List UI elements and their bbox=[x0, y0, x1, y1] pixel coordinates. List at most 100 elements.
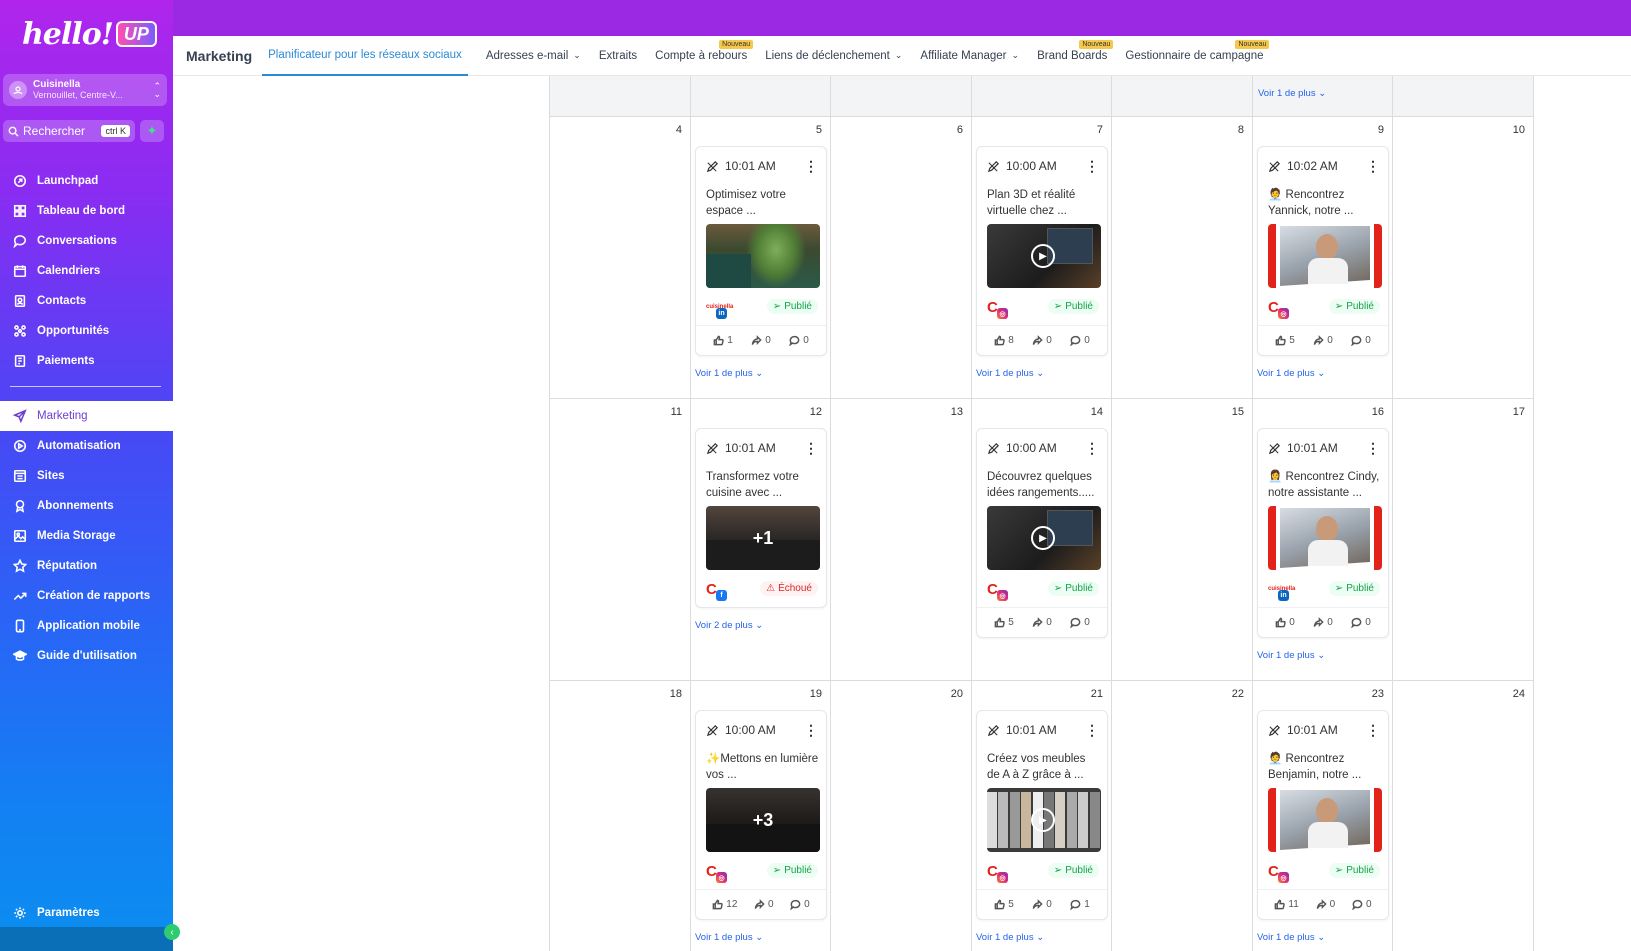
more-options-icon[interactable]: ⋮ bbox=[1085, 723, 1099, 737]
day-number: 18 bbox=[669, 688, 682, 700]
play-icon[interactable]: ▶ bbox=[1031, 526, 1055, 550]
sidebar-item-marketing[interactable]: Marketing bbox=[0, 401, 173, 431]
sidebar-item-opportunites[interactable]: Opportunités bbox=[0, 316, 173, 346]
sidebar-item-tableau-de-bord[interactable]: Tableau de bord bbox=[0, 196, 173, 226]
see-more-link[interactable]: Voir 1 de plus ⌄ bbox=[976, 932, 1044, 943]
search-button[interactable]: Rechercher ctrl K bbox=[3, 120, 135, 142]
post-card[interactable]: 10:00 AM ⋮ ✨Mettons en lumière vos ... +3 C ◎… bbox=[695, 710, 827, 920]
sidebar-item-sites[interactable]: Sites bbox=[0, 461, 173, 491]
day-number: 11 bbox=[670, 406, 682, 418]
more-options-icon[interactable]: ⋮ bbox=[1085, 441, 1099, 455]
sidebar: hello! UP Cuisinella Vernouillet, Centre… bbox=[0, 0, 173, 951]
sidebar-item-label: Media Storage bbox=[37, 530, 116, 542]
app-logo[interactable]: hello! UP bbox=[22, 14, 157, 54]
post-media[interactable]: ▶ bbox=[987, 224, 1101, 288]
calendar-grid: Voir 1 de plus ⌄ 4 5 6 7 8 9 10 11 12 13 14 15 16 17 18… bbox=[549, 76, 1534, 951]
see-more-link[interactable]: Voir 1 de plus ⌄ bbox=[695, 368, 763, 379]
tab-4[interactable]: Compte à rebours Nouveau bbox=[655, 36, 754, 76]
sidebar-item-paiements[interactable]: Paiements bbox=[0, 346, 173, 376]
star-icon bbox=[12, 558, 28, 574]
play-icon[interactable]: ▶ bbox=[1031, 808, 1055, 832]
search-shortcut: ctrl K bbox=[101, 125, 130, 137]
sidebar-item-media-storage[interactable]: Media Storage bbox=[0, 521, 173, 551]
sidebar-item-reputation[interactable]: Réputation bbox=[0, 551, 173, 581]
post-header: 10:01 AM ⋮ bbox=[1268, 441, 1380, 455]
shares-count: 0 bbox=[1046, 335, 1052, 346]
tab-6[interactable]: Affiliate Manager ⌄ bbox=[920, 36, 1019, 76]
shares-stat: 0 bbox=[1032, 899, 1052, 910]
see-more-link[interactable]: Voir 1 de plus ⌄ bbox=[976, 368, 1044, 379]
more-options-icon[interactable]: ⋮ bbox=[804, 159, 818, 173]
likes-count: 8 bbox=[1008, 335, 1014, 346]
sidebar-item-label: Conversations bbox=[37, 235, 117, 247]
sidebar-item-contacts[interactable]: Contacts bbox=[0, 286, 173, 316]
status-label: Publié bbox=[784, 865, 812, 876]
more-options-icon[interactable]: ⋮ bbox=[804, 723, 818, 737]
post-media[interactable] bbox=[1268, 506, 1382, 570]
account-switcher[interactable]: Cuisinella Vernouillet, Centre-V... ⌃ ⌄ bbox=[3, 74, 167, 106]
sidebar-item-creation-de-rapports[interactable]: Création de rapports bbox=[0, 581, 173, 611]
post-media[interactable]: ▶ bbox=[987, 788, 1101, 852]
page-title: Marketing bbox=[186, 47, 253, 64]
post-header: 10:02 AM ⋮ bbox=[1268, 159, 1380, 173]
account-avatar: cuisinella in bbox=[1268, 581, 1295, 601]
post-media[interactable]: +1 bbox=[706, 506, 820, 570]
tab-1[interactable]: Planificateur pour les réseaux sociaux bbox=[262, 36, 468, 76]
see-more-link[interactable]: Voir 1 de plus ⌄ bbox=[1257, 650, 1325, 661]
tab-2[interactable]: Adresses e-mail ⌄ bbox=[486, 36, 581, 76]
see-more-link[interactable]: Voir 2 de plus ⌄ bbox=[695, 620, 763, 631]
tab-5[interactable]: Liens de déclenchement ⌄ bbox=[765, 36, 902, 76]
status-badge: ➢ Publié bbox=[1047, 581, 1099, 596]
post-media[interactable] bbox=[1268, 224, 1382, 288]
dashboard-icon bbox=[12, 203, 28, 219]
more-options-icon[interactable]: ⋮ bbox=[1366, 441, 1380, 455]
post-card[interactable]: 10:01 AM ⋮ Créez vos meubles de A à Z grâc… bbox=[976, 710, 1108, 920]
post-media[interactable] bbox=[1268, 788, 1382, 852]
post-card[interactable]: 10:00 AM ⋮ Plan 3D et réalité virtuelle ch… bbox=[976, 146, 1108, 356]
shares-count: 0 bbox=[767, 899, 774, 910]
post-card[interactable]: 10:02 AM ⋮ 🧑‍💼 Rencontrez Yannick, notre .… bbox=[1257, 146, 1389, 356]
post-card[interactable]: 10:01 AM ⋮ 🧑‍💼 Rencontrez Benjamin, notre … bbox=[1257, 710, 1389, 920]
see-more-link[interactable]: Voir 1 de plus ⌄ bbox=[695, 932, 763, 943]
more-options-icon[interactable]: ⋮ bbox=[1366, 723, 1380, 737]
more-options-icon[interactable]: ⋮ bbox=[1366, 159, 1380, 173]
shares-stat: 0 bbox=[1032, 335, 1052, 346]
account-avatar: Cf bbox=[706, 581, 730, 601]
send-status-icon: ➢ bbox=[1334, 301, 1344, 312]
sparkle-icon[interactable]: ✦ bbox=[140, 120, 164, 142]
shares-count: 0 bbox=[1046, 617, 1052, 628]
post-card[interactable]: 10:01 AM ⋮ Optimisez votre espace ... cuisi… bbox=[695, 146, 827, 356]
sidebar-item-automatisation[interactable]: Automatisation bbox=[0, 431, 173, 461]
sidebar-item-guide-d-utilisation[interactable]: Guide d'utilisation bbox=[0, 641, 173, 671]
instagram-icon: ◎ bbox=[997, 590, 1008, 601]
comments-stat: 0 bbox=[1352, 899, 1372, 910]
post-card[interactable]: 10:00 AM ⋮ Découvrez quelques idées rangem… bbox=[976, 428, 1108, 638]
play-icon[interactable]: ▶ bbox=[1031, 244, 1055, 268]
collapse-sidebar-button[interactable]: ‹ bbox=[164, 924, 180, 940]
grid-column-line bbox=[549, 76, 550, 951]
see-more-link[interactable]: Voir 1 de plus ⌄ bbox=[1258, 88, 1326, 99]
post-card[interactable]: 10:01 AM ⋮ Transformez votre cuisine avec … bbox=[695, 428, 827, 608]
sidebar-item-calendriers[interactable]: Calendriers bbox=[0, 256, 173, 286]
sidebar-item-application-mobile[interactable]: Application mobile bbox=[0, 611, 173, 641]
post-media[interactable] bbox=[706, 224, 820, 288]
post-media[interactable]: +3 bbox=[706, 788, 820, 852]
send-icon bbox=[12, 408, 28, 424]
sidebar-item-settings[interactable]: Paramètres bbox=[0, 898, 173, 928]
likes-stat: 8 bbox=[994, 335, 1014, 346]
see-more-link[interactable]: Voir 1 de plus ⌄ bbox=[1257, 932, 1325, 943]
opportunities-icon bbox=[12, 323, 28, 339]
tab-3[interactable]: Extraits bbox=[599, 36, 637, 76]
more-options-icon[interactable]: ⋮ bbox=[804, 441, 818, 455]
post-card[interactable]: 10:01 AM ⋮ 👩‍💼 Rencontrez Cindy, notre ass… bbox=[1257, 428, 1389, 638]
tab-8[interactable]: Gestionnaire de campagne Nouveau bbox=[1125, 36, 1270, 76]
send-status-icon: ➢ bbox=[772, 865, 782, 876]
sidebar-item-abonnements[interactable]: Abonnements bbox=[0, 491, 173, 521]
see-more-link[interactable]: Voir 1 de plus ⌄ bbox=[1257, 368, 1325, 379]
tab-7[interactable]: Brand Boards Nouveau bbox=[1037, 36, 1114, 76]
sidebar-item-launchpad[interactable]: Launchpad bbox=[0, 166, 173, 196]
comments-count: 0 bbox=[1084, 617, 1090, 628]
more-options-icon[interactable]: ⋮ bbox=[1085, 159, 1099, 173]
sidebar-item-conversations[interactable]: Conversations bbox=[0, 226, 173, 256]
post-media[interactable]: ▶ bbox=[987, 506, 1101, 570]
